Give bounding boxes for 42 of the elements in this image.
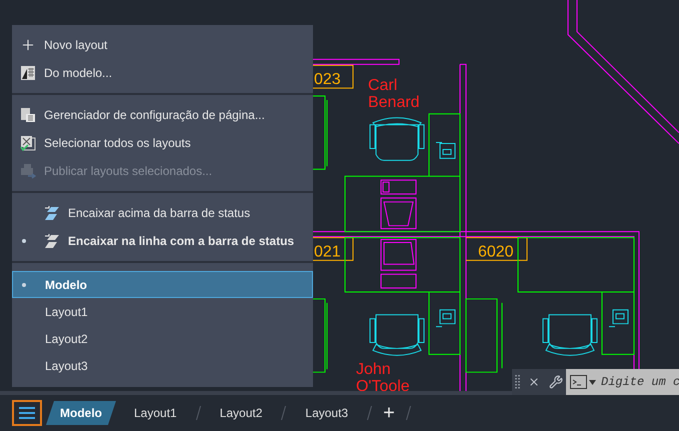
- occupant-name: John: [356, 361, 391, 378]
- layout-tab[interactable]: Layout1: [120, 401, 191, 425]
- chair-icon: [542, 314, 598, 356]
- room-number: 6020: [478, 243, 514, 260]
- printer-icon: [20, 163, 36, 179]
- chair-icon: [370, 314, 424, 356]
- menu-item[interactable]: Encaixar na linha com a barra de status: [12, 227, 313, 255]
- menu-item[interactable]: Selecionar todos os layouts: [12, 129, 313, 157]
- caret-icon: [589, 380, 596, 384]
- plus-icon: [20, 37, 36, 53]
- layout-menu-item[interactable]: Modelo: [12, 271, 313, 298]
- room-number: 021: [314, 243, 341, 260]
- sheets-check-icon: [20, 135, 36, 151]
- layout-tab[interactable]: Layout3: [291, 401, 362, 425]
- layout-menu-item[interactable]: Layout2: [12, 325, 313, 352]
- layout-tab[interactable]: Layout2: [206, 401, 276, 425]
- add-layout-button[interactable]: +: [377, 403, 401, 423]
- chair-icon: [370, 117, 424, 161]
- layout-menu-item[interactable]: Layout1: [12, 298, 313, 325]
- menu-item[interactable]: Novo layout: [12, 31, 313, 59]
- layout-tab[interactable]: Modelo: [46, 401, 116, 425]
- dock-icon: [44, 205, 60, 221]
- customize-button[interactable]: [548, 374, 564, 390]
- room-number: 023: [314, 71, 341, 88]
- terminal-icon: [570, 375, 587, 389]
- menu-item[interactable]: Encaixar acima da barra de status: [12, 199, 313, 227]
- menu-item[interactable]: Gerenciador de configuração de página...: [12, 101, 313, 129]
- wrench-icon: [549, 375, 563, 389]
- occupant-name: Carl: [368, 77, 398, 94]
- bullet-icon: [22, 282, 26, 286]
- grip-icon[interactable]: [515, 374, 520, 390]
- page-setup-icon: [20, 107, 36, 123]
- dock-icon: [44, 233, 60, 249]
- menu-item[interactable]: Do modelo...: [12, 59, 313, 87]
- layout-menu-item[interactable]: Layout3: [12, 352, 313, 379]
- bullet-icon: [22, 239, 26, 243]
- menu-icon: [19, 407, 35, 419]
- grid-sheet-icon: [20, 65, 36, 81]
- occupant-name: O'Toole: [356, 378, 410, 391]
- close-icon: [528, 376, 540, 388]
- occupant-name: Benard: [368, 94, 420, 111]
- menu-button[interactable]: [12, 400, 42, 426]
